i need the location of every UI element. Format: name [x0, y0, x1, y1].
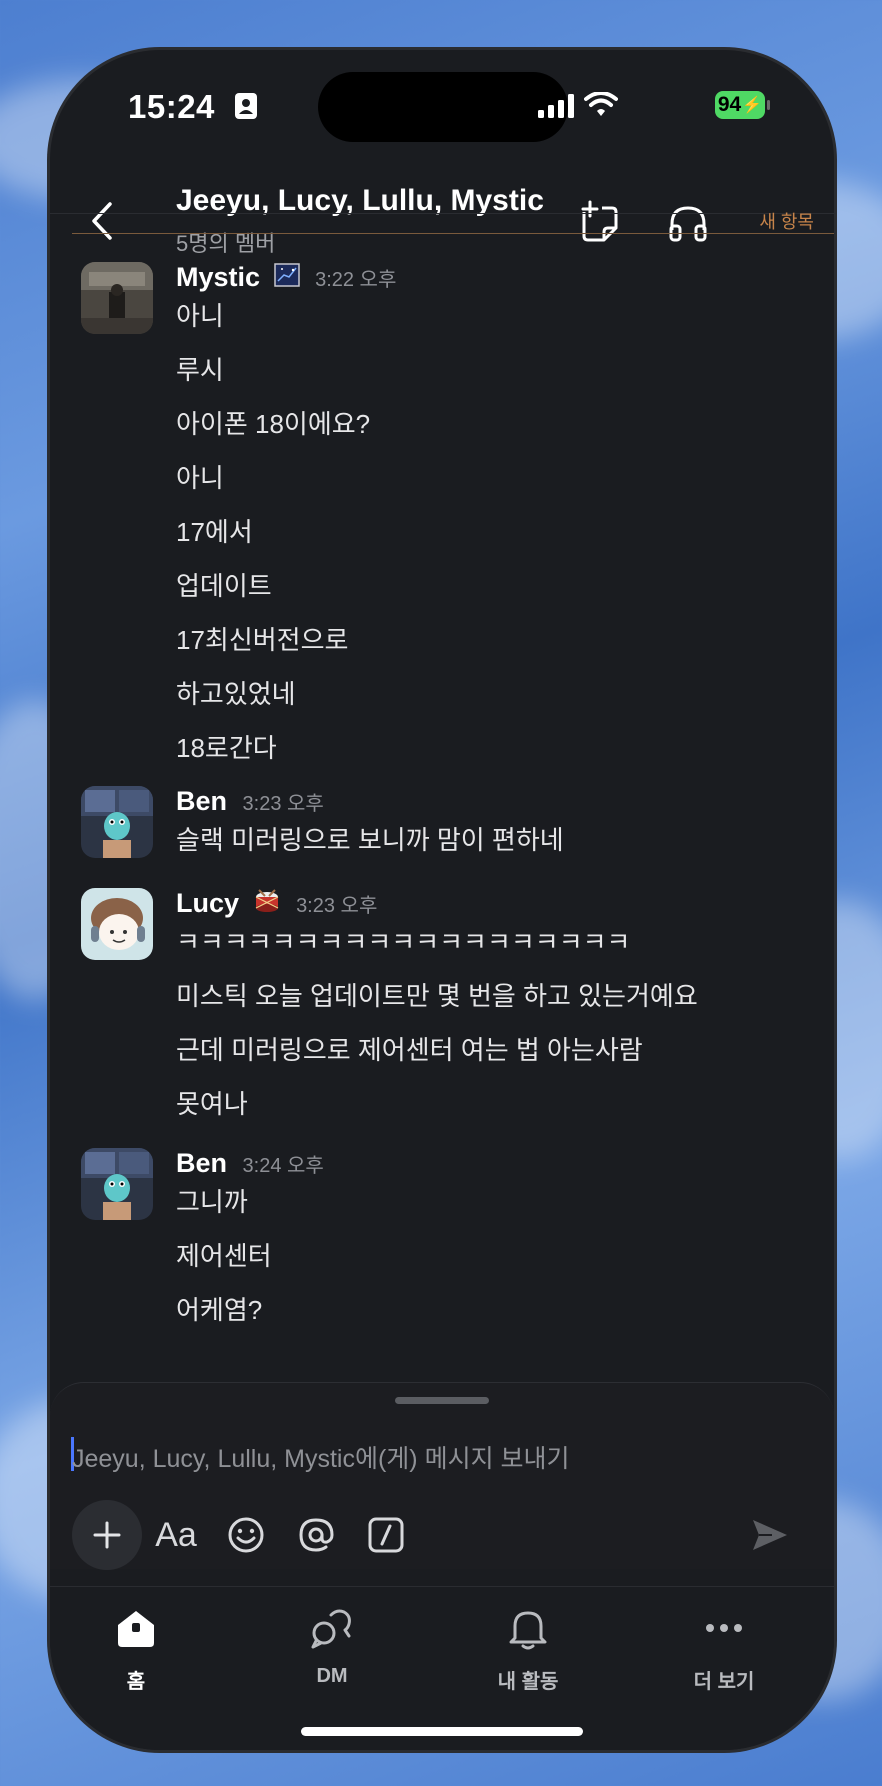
message-text: 아이폰 18이에요?: [176, 409, 371, 439]
message-author[interactable]: Mystic 3:22 오후: [176, 262, 396, 294]
text-format-icon: Aa: [155, 1515, 197, 1554]
send-button[interactable]: [740, 1505, 800, 1565]
battery-tip: [767, 100, 770, 110]
status-time: 15:24: [128, 88, 215, 125]
message-text: 17최신버전으로: [176, 625, 349, 655]
author-name[interactable]: Mystic: [176, 262, 260, 292]
message-text: 제어센터: [176, 1241, 272, 1271]
back-button[interactable]: [86, 196, 120, 246]
message-input[interactable]: Jeeyu, Lucy, Lullu, Mystic에(게) 메시지 보내기: [72, 1439, 570, 1475]
message-text: 17에서: [176, 517, 253, 547]
tab-bar: 홈 DM 내 활동 더 보기: [50, 1586, 834, 1750]
more-icon: [701, 1605, 747, 1651]
phone-screen: 15:24 94 ⚡ Jeeyu, Lucy, Lullu, Mystic 5명의…: [50, 50, 834, 1750]
charging-icon: ⚡: [742, 97, 763, 114]
new-canvas-icon: [581, 200, 618, 242]
tab-label: 내 활동: [497, 1671, 559, 1693]
plus-icon: [93, 1521, 121, 1549]
channel-header: Jeeyu, Lucy, Lullu, Mystic 5명의 멤버: [50, 160, 834, 260]
new-messages-label: 새 항목: [759, 212, 814, 232]
bell-icon: [505, 1605, 551, 1651]
mention-button[interactable]: [286, 1505, 346, 1565]
message-text: 루시: [176, 355, 224, 385]
format-text-button[interactable]: Aa: [146, 1505, 206, 1565]
avatar[interactable]: [81, 262, 153, 334]
message-time: 3:23 오후: [296, 895, 378, 917]
message-text: ㅋㅋㅋㅋㅋㅋㅋㅋㅋㅋㅋㅋㅋㅋㅋㅋㅋㅋㅋ: [176, 927, 631, 957]
message-text: 18로간다: [176, 733, 277, 763]
drum-emoji-icon: [253, 888, 281, 921]
avatar[interactable]: [81, 786, 153, 858]
message-text: 근데 미러링으로 제어센터 여는 법 아는사람: [176, 1035, 643, 1065]
message-text: 아니: [176, 301, 224, 331]
message-text: 하고있었네: [176, 679, 296, 709]
tab-label: 더 보기: [693, 1671, 755, 1693]
header-divider: [50, 213, 834, 214]
tab-label: 홈: [126, 1671, 146, 1693]
signal-icon: [538, 94, 574, 123]
tab-home[interactable]: 홈: [66, 1605, 206, 1694]
canvas-button[interactable]: [576, 200, 620, 244]
wifi-icon: [584, 91, 618, 123]
author-name[interactable]: Ben: [176, 1148, 227, 1178]
message-text: 미스틱 오늘 업데이트만 몇 번을 하고 있는거예요: [176, 981, 698, 1011]
tab-dm[interactable]: DM: [262, 1605, 402, 1688]
home-indicator[interactable]: [301, 1727, 583, 1736]
add-attachment-button[interactable]: [72, 1500, 142, 1570]
message-time: 3:24 오후: [242, 1155, 324, 1177]
battery-indicator: 94 ⚡: [715, 91, 765, 119]
new-messages-divider: [72, 233, 834, 234]
message-text: 못여나: [176, 1089, 248, 1119]
chevron-left-icon: [92, 202, 112, 240]
message-text: 슬랙 미러링으로 보니까 맘이 편하네: [176, 825, 564, 855]
message-author[interactable]: Ben 3:23 오후: [176, 786, 324, 817]
message-text: 어케염?: [176, 1295, 263, 1325]
contact-card-icon: [234, 92, 258, 125]
slash-command-icon: [368, 1517, 404, 1553]
message-author[interactable]: Lucy 3:23 오후: [176, 888, 377, 921]
send-icon: [753, 1520, 787, 1550]
status-emoji-icon: [273, 263, 300, 294]
huddle-button[interactable]: [666, 200, 710, 244]
smiley-icon: [228, 1517, 264, 1553]
member-count[interactable]: 5명의 멤버: [176, 226, 275, 258]
tab-more[interactable]: 더 보기: [654, 1605, 794, 1694]
message-text: 그니까: [176, 1187, 248, 1217]
dm-icon: [309, 1605, 355, 1651]
at-sign-icon: [299, 1518, 334, 1552]
author-name[interactable]: Lucy: [176, 888, 239, 918]
message-text: 아니: [176, 463, 224, 493]
author-name[interactable]: Ben: [176, 786, 227, 816]
dynamic-island: [318, 72, 568, 142]
composer-grabber[interactable]: [395, 1397, 489, 1404]
tab-activity[interactable]: 내 활동: [458, 1605, 598, 1694]
tab-label: DM: [316, 1665, 348, 1687]
emoji-button[interactable]: [216, 1505, 276, 1565]
message-author[interactable]: Ben 3:24 오후: [176, 1148, 324, 1179]
battery-level: 94: [717, 93, 742, 116]
home-icon: [113, 1605, 159, 1651]
headphones-icon: [669, 206, 707, 242]
message-time: 3:23 오후: [242, 793, 324, 815]
message-time: 3:22 오후: [315, 269, 397, 291]
shortcut-button[interactable]: [356, 1505, 416, 1565]
message-composer: Jeeyu, Lucy, Lullu, Mystic에(게) 메시지 보내기 A…: [50, 1382, 834, 1570]
avatar[interactable]: [81, 888, 153, 960]
message-text: 업데이트: [176, 571, 272, 601]
avatar[interactable]: [81, 1148, 153, 1220]
